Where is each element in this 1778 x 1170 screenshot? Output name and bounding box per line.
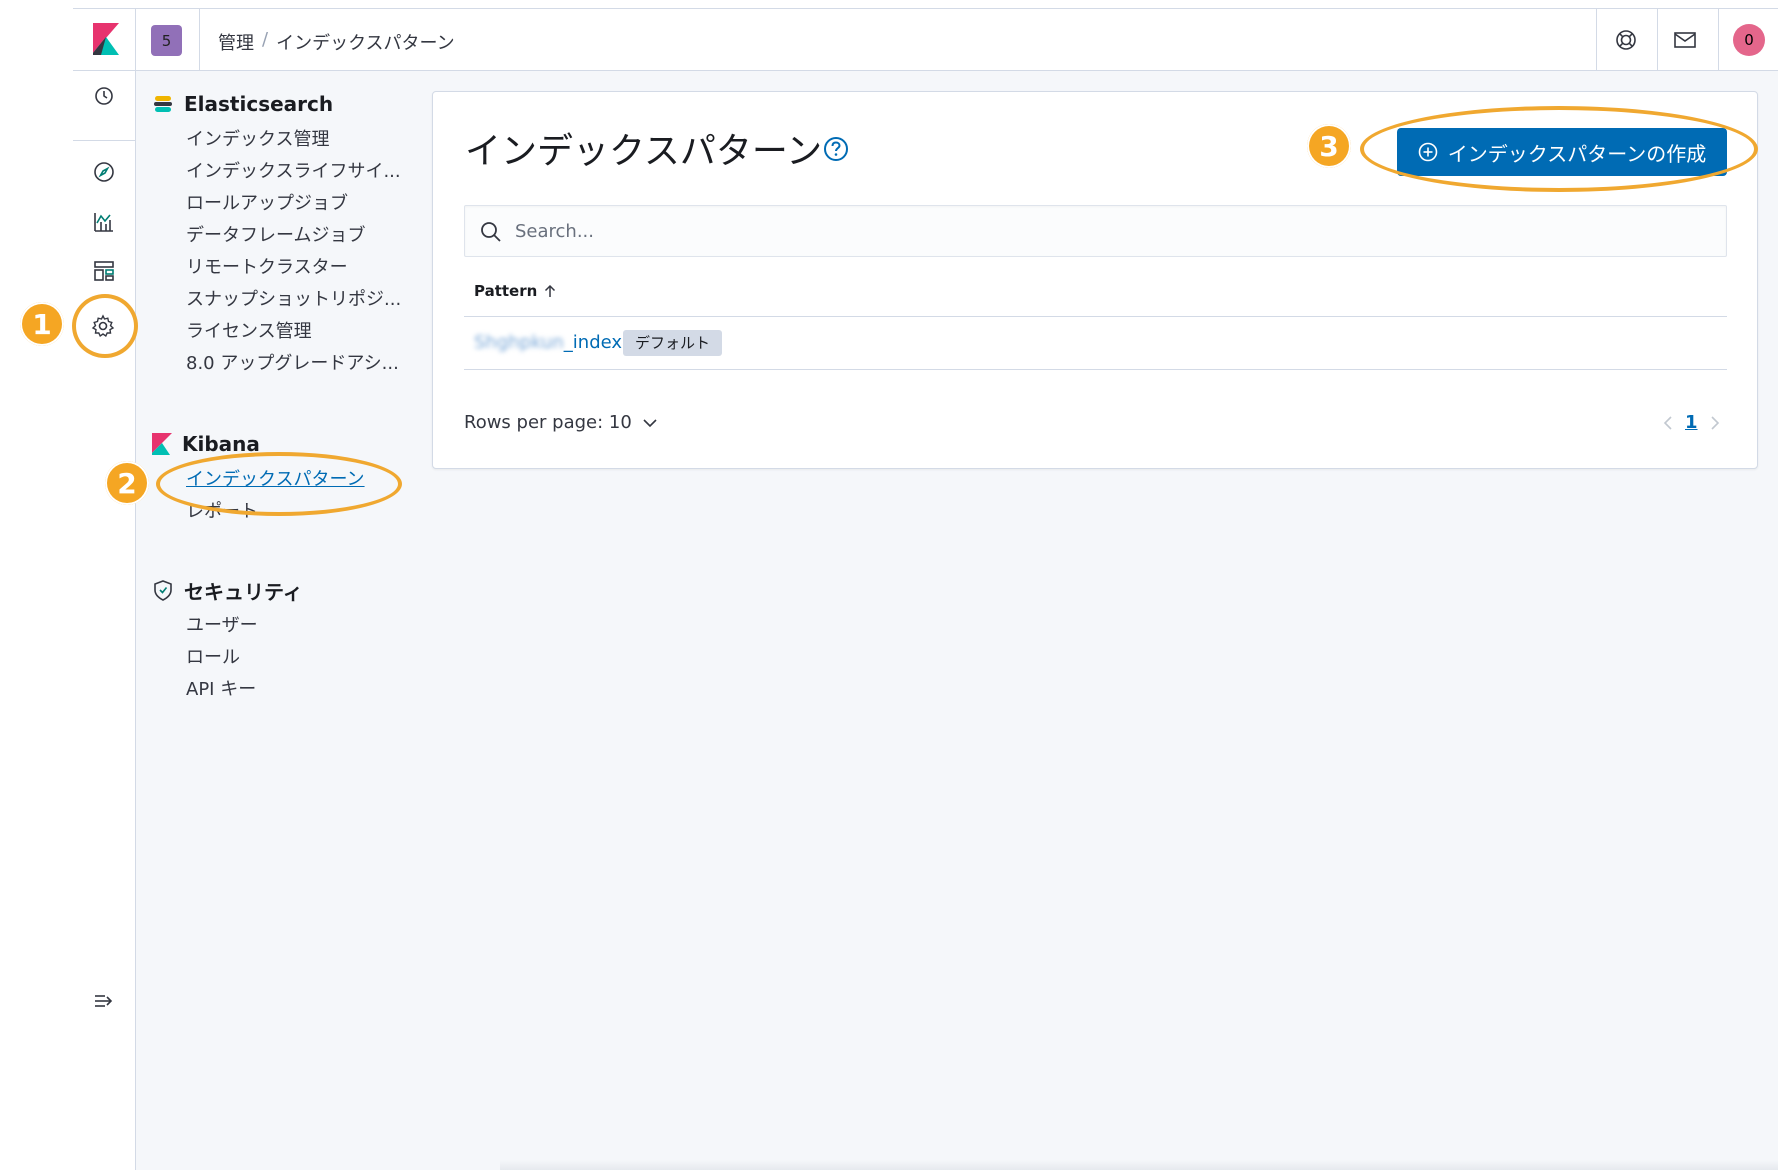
column-header-pattern[interactable]: Pattern (474, 282, 557, 300)
annotation-marker-1: 1 (20, 302, 64, 346)
header-divider (1596, 9, 1597, 70)
default-badge: デフォルト (623, 330, 723, 356)
sidebar-item-rollup-jobs[interactable]: ロールアップジョブ (152, 188, 401, 220)
help-icon[interactable] (823, 136, 849, 162)
breadcrumb-separator: / (262, 29, 269, 50)
sidebar-section-elasticsearch: Elasticsearch インデックス管理 インデックスライフサイ... ロー… (152, 90, 401, 380)
index-pattern-link[interactable]: Shghpkun_index (474, 332, 622, 353)
sidebar-item-upgrade-assistant[interactable]: 8.0 アップグレードアシ... (152, 348, 401, 380)
index-patterns-panel: インデックスパターン インデックスパターンの作成 Pattern Shghpku… (432, 91, 1758, 469)
table-header: Pattern (464, 267, 1727, 317)
sidebar-item-index-lifecycle[interactable]: インデックスライフサイ... (152, 156, 401, 188)
header-divider (1657, 9, 1658, 70)
page-number[interactable]: 1 (1685, 412, 1698, 433)
space-selector[interactable]: 5 (151, 25, 182, 56)
header-divider (199, 9, 200, 70)
plus-circle-icon (1418, 142, 1438, 162)
chevron-down-icon (643, 418, 657, 427)
header-divider (135, 9, 136, 70)
sidebar-item-users[interactable]: ユーザー (152, 610, 303, 642)
header-divider (1718, 9, 1719, 70)
help-menu-icon[interactable] (1611, 25, 1641, 55)
top-header: 5 管理 / インデックスパターン 0 (73, 8, 1778, 71)
blurred-pattern-name: Shghpkun (474, 332, 564, 353)
sidebar-item-index-management[interactable]: インデックス管理 (152, 124, 401, 156)
pagination: 1 (1663, 412, 1720, 433)
user-avatar[interactable]: 0 (1733, 24, 1765, 56)
sort-ascending-icon (545, 284, 556, 297)
bottom-shadow (500, 1160, 1778, 1170)
gear-icon-glyph[interactable] (91, 314, 117, 340)
breadcrumb-index-patterns: インデックスパターン (276, 33, 455, 54)
annotation-marker-3: 3 (1307, 124, 1351, 168)
elasticsearch-icon (154, 96, 172, 112)
breadcrumb-management[interactable]: 管理 (218, 29, 254, 55)
nav-rail (73, 71, 136, 1170)
sidebar-item-dataframe-jobs[interactable]: データフレームジョブ (152, 220, 401, 252)
compass-icon[interactable] (91, 159, 117, 185)
visualize-icon[interactable] (91, 209, 117, 235)
sidebar-section-title: Kibana (152, 430, 365, 458)
sidebar-item-roles[interactable]: ロール (152, 642, 303, 674)
chevron-left-icon[interactable] (1663, 415, 1673, 431)
rows-per-page-selector[interactable]: Rows per page: 10 (464, 412, 658, 433)
table-row: Shghpkun_index デフォルト (464, 318, 1727, 370)
page-title: インデックスパターン (465, 131, 823, 172)
gear-icon[interactable] (91, 273, 117, 299)
sidebar-item-license-management[interactable]: ライセンス管理 (152, 316, 401, 348)
create-button-label: インデックスパターンの作成 (1447, 143, 1707, 166)
shield-icon (154, 580, 172, 601)
breadcrumb: 管理 / インデックスパターン (218, 29, 455, 55)
sidebar-section-security: セキュリティ ユーザー ロール API キー (152, 576, 303, 706)
sidebar-item-index-patterns[interactable]: インデックスパターン (152, 464, 365, 496)
create-index-pattern-button[interactable]: インデックスパターンの作成 (1397, 128, 1727, 176)
chevron-right-icon[interactable] (1710, 415, 1720, 431)
sidebar-item-reporting[interactable]: レポート (152, 496, 365, 528)
sidebar-section-title: セキュリティ (152, 576, 303, 604)
kibana-section-icon (152, 433, 172, 455)
search-input[interactable] (515, 206, 1715, 256)
sidebar-item-api-keys[interactable]: API キー (152, 674, 303, 706)
sidebar-section-kibana: Kibana インデックスパターン レポート (152, 430, 365, 528)
newsfeed-mail-icon[interactable] (1670, 25, 1700, 55)
collapse-menu-icon[interactable] (91, 988, 117, 1014)
sidebar-section-title: Elasticsearch (152, 90, 401, 118)
clock-icon[interactable] (91, 83, 117, 109)
sidebar-item-remote-clusters[interactable]: リモートクラスター (152, 252, 401, 284)
kibana-logo[interactable] (93, 23, 119, 55)
rail-divider (73, 140, 135, 141)
sidebar-item-snapshot-repos[interactable]: スナップショットリポジ... (152, 284, 401, 316)
annotation-marker-2: 2 (105, 461, 149, 505)
search-icon (481, 222, 501, 242)
search-box (464, 205, 1727, 257)
